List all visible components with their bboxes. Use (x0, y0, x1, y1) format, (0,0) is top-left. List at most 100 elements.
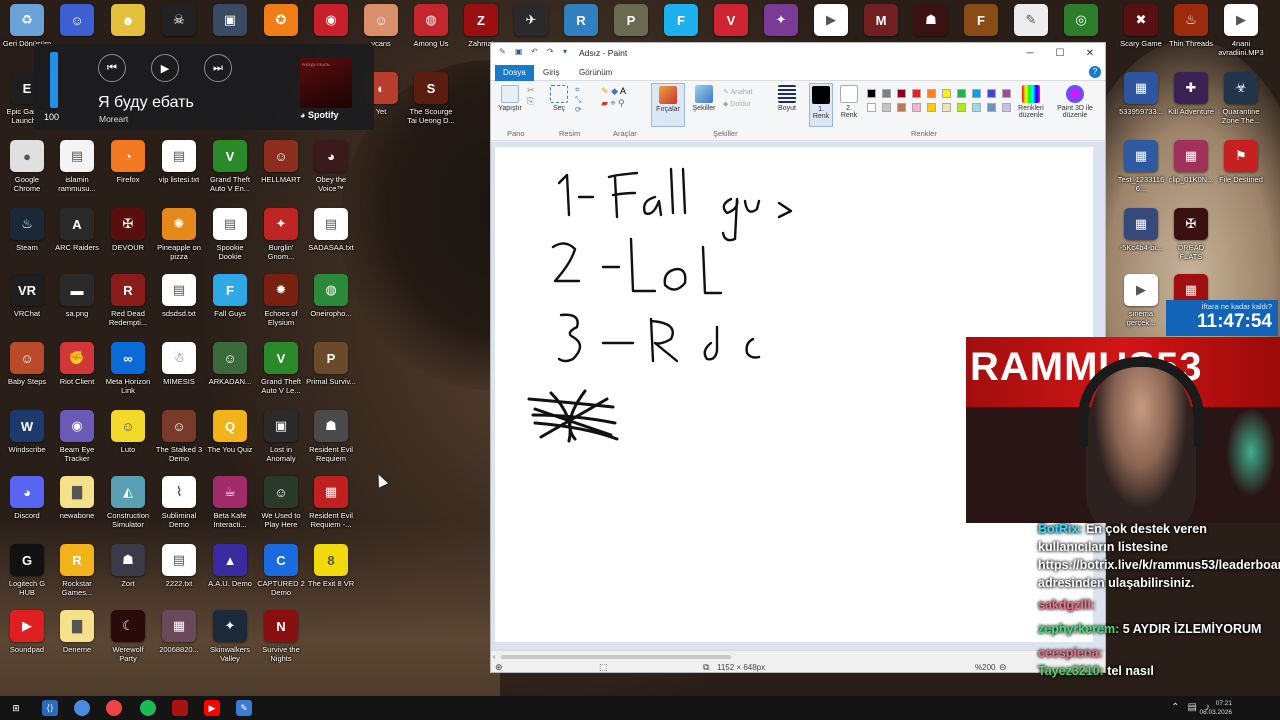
desktop-icon[interactable]: R Red Dead Redempti... (103, 274, 153, 327)
color-swatch[interactable] (942, 89, 951, 98)
desktop-icon[interactable]: ▶ sinema gerçek... (1116, 274, 1166, 327)
cut-copy-icons[interactable]: ✂ ⎘ (527, 85, 535, 107)
desktop-icon[interactable]: ▣ Lost in Anomaly (256, 410, 306, 463)
color-swatch[interactable] (942, 103, 951, 112)
desktop-icon[interactable]: ▬ sa.png (52, 274, 102, 318)
desktop-icon[interactable]: ▦ 533959733... (1116, 72, 1166, 116)
desktop-icon[interactable]: V Grand Theft Auto V En... (205, 140, 255, 193)
desktop-icon[interactable]: C CAPTURED 2 Demo (256, 544, 306, 597)
desktop-icon[interactable]: ✖ Scary Game (1116, 4, 1166, 48)
desktop-icon[interactable]: ✪ (256, 4, 306, 39)
undo-icon[interactable]: ↶ (531, 47, 541, 57)
zoom-out-icon[interactable]: ⊖ (999, 662, 1007, 673)
tab-home[interactable]: Giriş (535, 65, 567, 81)
desktop-icon[interactable]: ✠ DREAD FLATS (1166, 208, 1216, 261)
desktop-icon[interactable]: ◉ Beam Eye Tracker (52, 410, 102, 463)
desktop-icon[interactable]: S The Scourge Tai Ueong D... (406, 72, 456, 125)
desktop-icon[interactable]: M (856, 4, 906, 39)
desktop-icon[interactable]: ▶ 4nani avradiini.MP3 (1216, 4, 1266, 57)
volume-bar[interactable] (50, 52, 58, 108)
desktop-icon[interactable]: ▦ Test_12331166... (1116, 140, 1166, 193)
previous-track-button[interactable]: ⏮ (98, 54, 126, 82)
desktop-icon[interactable]: ☺ Luto (103, 410, 153, 454)
desktop-icon[interactable]: ☕ Beta Kafe Interacti... (205, 476, 255, 529)
desktop-icon[interactable]: W Windscribe (2, 410, 52, 454)
vscode-icon[interactable]: ⟨⟩ (42, 700, 58, 716)
desktop-icon[interactable]: ☻ (103, 4, 153, 39)
desktop-icon[interactable]: ▶ (806, 4, 856, 39)
shapes-button[interactable]: Şekiller (689, 85, 719, 112)
desktop-icon[interactable]: ☺ Baby Steps (2, 342, 52, 386)
desktop-icon[interactable]: ◉ (306, 4, 356, 39)
desktop-icon[interactable]: ☗ Resident Evil Requiem (306, 410, 356, 463)
desktop-icon[interactable]: ♻ Geri Dönüşüm (2, 4, 52, 48)
desktop-icon[interactable]: F (956, 4, 1006, 39)
edit-colors-button[interactable]: Renkleri düzenle (1009, 85, 1053, 119)
desktop-icon[interactable]: ☺ ARKADAN... (205, 342, 255, 386)
desktop-icon[interactable]: R Rockstar Games... (52, 544, 102, 597)
brushes-button[interactable]: Fırçalar (651, 83, 685, 127)
save-icon[interactable]: ▣ (515, 47, 525, 57)
spotify-icon[interactable] (140, 700, 156, 716)
desktop-icon[interactable]: ▦ clip_01K0N... (1166, 140, 1216, 184)
desktop-icon[interactable]: ☗ (906, 4, 956, 39)
desktop-icon[interactable]: VR VRChat (2, 274, 52, 318)
desktop-icon[interactable]: ✊ Riot Client (52, 342, 102, 386)
desktop-icon[interactable]: ◕ Obey the Voice™ (306, 140, 356, 193)
desktop-icon[interactable]: ▇ Deneme (52, 610, 102, 654)
desktop-icon[interactable]: ✺ Pineapple on pizza (154, 208, 204, 261)
dropdown-icon[interactable]: ▾ (563, 47, 573, 57)
color-swatch[interactable] (882, 89, 891, 98)
desktop-icon[interactable]: ⚑ File Destined (1216, 140, 1266, 184)
youtube-icon[interactable]: ▶ (204, 700, 220, 716)
tab-file[interactable]: Dosya (495, 65, 534, 81)
app-icon[interactable] (172, 700, 188, 716)
desktop-icon[interactable]: ◍ Among Us (406, 4, 456, 48)
desktop-icon[interactable]: ✎ (1006, 4, 1056, 39)
desktop-icon[interactable]: 8 The Exit 8 VR (306, 544, 356, 588)
desktop-icon[interactable]: ☺ vcans (356, 4, 406, 48)
desktop-icon[interactable]: ◍ Oneiropho... (306, 274, 356, 318)
paint3d-button[interactable]: Paint 3D ile düzenle (1053, 85, 1097, 119)
desktop-icon[interactable]: V (706, 4, 756, 39)
desktop-icon[interactable]: ☺ (52, 4, 102, 39)
size-button[interactable]: Boyut (775, 85, 799, 112)
desktop-icon[interactable]: G Logitech G HUB (2, 544, 52, 597)
desktop-icon[interactable]: ✦ Burglin' Gnom... (256, 208, 306, 261)
desktop-icon[interactable]: V Grand Theft Auto V Le... (256, 342, 306, 395)
next-track-button[interactable]: ⏭ (204, 54, 232, 82)
color-swatch[interactable] (957, 89, 966, 98)
desktop-icon[interactable]: ▦ Resident Evil Requiem -... (306, 476, 356, 529)
tools-icons[interactable]: ✎ ◆ A ▰ ⌖ ⚲ (601, 85, 626, 109)
color-swatch[interactable] (912, 89, 921, 98)
desktop-icon[interactable]: A ARC Raiders (52, 208, 102, 252)
desktop-icon[interactable]: ✚ Kill Adventure (1166, 72, 1216, 116)
desktop-icon[interactable]: N Survive the Nights (256, 610, 306, 663)
desktop-icon[interactable]: ▤ islamin rammusu... (52, 140, 102, 193)
desktop-icon[interactable]: ▤ vip listesi.txt (154, 140, 204, 184)
color2-button[interactable]: 2. Renk (837, 85, 861, 119)
desktop-icon[interactable]: ▣ (205, 4, 255, 39)
desktop-icon[interactable]: ☾ Werewolf Party (103, 610, 153, 663)
desktop-icon[interactable]: P Primal Surviv... (306, 342, 356, 386)
close-button[interactable]: ✕ (1075, 43, 1105, 63)
desktop-icon[interactable]: ▲ A.A.U. Demo (205, 544, 255, 588)
desktop-icon[interactable]: ✠ DEVOUR (103, 208, 153, 252)
color-swatch[interactable] (867, 89, 876, 98)
desktop-icon[interactable]: ☠ (154, 4, 204, 39)
desktop-icon[interactable]: F (656, 4, 706, 39)
desktop-icon[interactable]: ☺ We Used to Play Here (256, 476, 306, 529)
horizontal-scrollbar[interactable] (501, 655, 731, 659)
desktop-icon[interactable]: ♨ Thin Threads (1166, 4, 1216, 48)
color-swatch[interactable] (987, 89, 996, 98)
color-swatch[interactable] (897, 103, 906, 112)
chrome-icon[interactable] (74, 700, 90, 716)
color-swatch[interactable] (927, 89, 936, 98)
color-swatch[interactable] (987, 103, 996, 112)
color-swatch[interactable] (897, 89, 906, 98)
color-swatch[interactable] (912, 103, 921, 112)
desktop-icon[interactable]: ▦ -5Kc4b4-bi... (1116, 208, 1166, 252)
desktop-icon[interactable]: ✦ Skinwalkers Valley (205, 610, 255, 663)
desktop-icon[interactable]: ▤ sdsdsd.txt (154, 274, 204, 318)
color-swatch[interactable] (867, 103, 876, 112)
